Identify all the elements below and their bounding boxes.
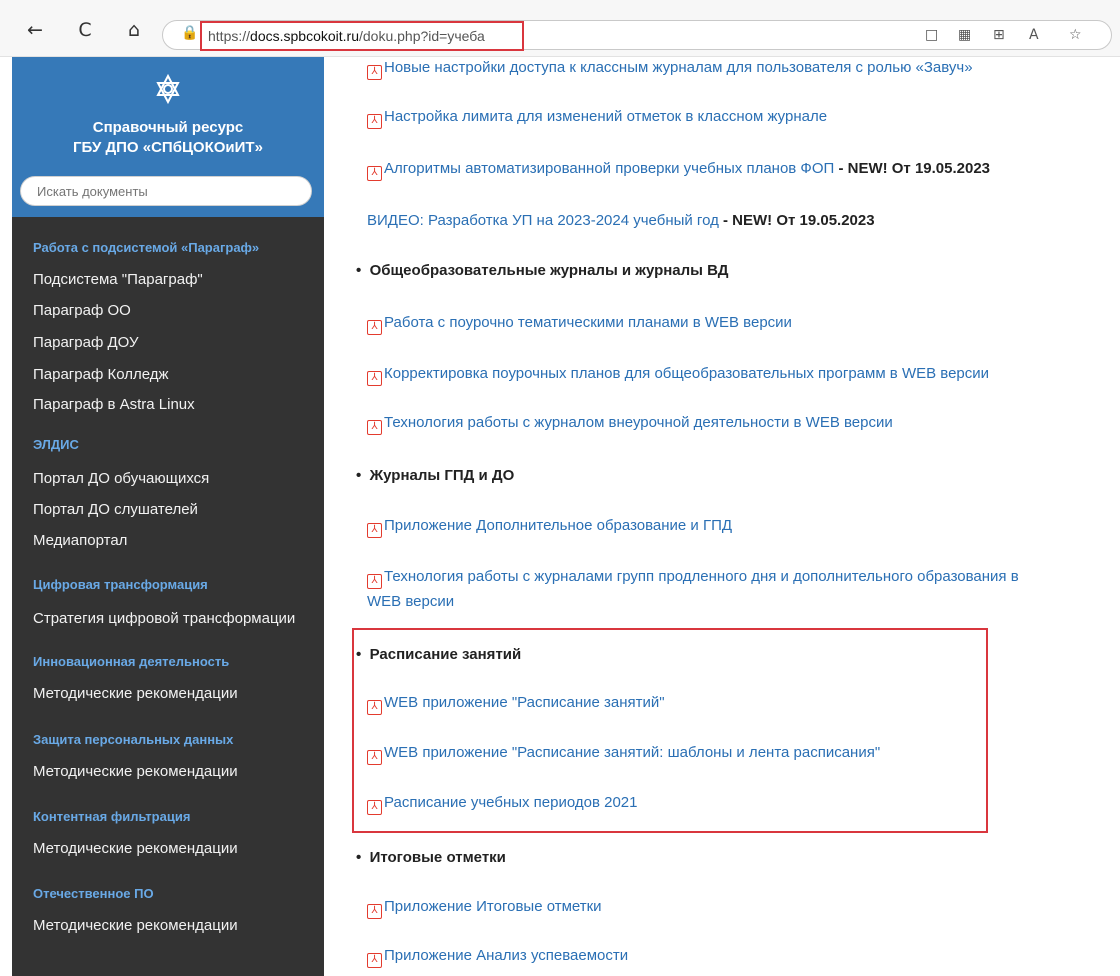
doc-link-text: Технология работы с журналом внеурочной … <box>384 414 893 431</box>
sidebar-item-content-filter-recommendations[interactable]: Методические рекомендации <box>33 840 238 857</box>
doc-link-text: Настройка лимита для изменений отметок в… <box>384 108 828 125</box>
section-title-paragraf[interactable]: Работа с подсистемой «Параграф» <box>33 240 259 255</box>
sidebar: Справочный ресурс ГБУ ДПО «СПбЦОКОиИТ» Р… <box>12 57 324 976</box>
qr-code-icon[interactable]: ▦ <box>958 27 971 43</box>
sidebar-item-digital-strategy[interactable]: Стратегия цифровой трансформации <box>33 610 295 627</box>
section-bullet-text: Итоговые отметки <box>369 849 506 866</box>
doc-link[interactable]: ⅄ Настройка лимита для изменений отметок … <box>367 108 827 129</box>
sidebar-item-mediaportal[interactable]: Медиапортал <box>33 532 127 549</box>
doc-link-text: Приложение Итоговые отметки <box>384 898 602 915</box>
url-scheme: https:// <box>208 28 251 44</box>
refresh-icon[interactable]: C <box>74 19 96 41</box>
brand-header: Справочный ресурс ГБУ ДПО «СПбЦОКОиИТ» <box>12 57 324 217</box>
browser-toolbar: ← C ⌂ 🔒 https://docs.spbcokoit.ru/doku.p… <box>0 0 1120 57</box>
doc-link-text: Технология работы с журналами групп прод… <box>384 568 1019 585</box>
pdf-icon: ⅄ <box>367 371 382 386</box>
back-icon[interactable]: ← <box>24 19 46 41</box>
pdf-icon: ⅄ <box>367 904 382 919</box>
video-link[interactable]: ВИДЕО: Разработка УП на 2023-2024 учебны… <box>367 212 875 229</box>
pdf-icon: ⅄ <box>367 953 382 968</box>
sidebar-item-paragraf-astra[interactable]: Параграф в Astra Linux <box>33 396 195 413</box>
url-highlight-box: https://docs.spbcokoit.ru/doku.php?id=уч… <box>200 21 524 51</box>
brand-title-line1: Справочный ресурс <box>92 119 244 136</box>
doc-link[interactable]: ⅄ Технология работы с журналом внеурочной… <box>367 414 893 435</box>
section-bullet: • Общеобразовательные журналы и журналы … <box>356 262 729 279</box>
brand-title-line2: ГБУ ДПО «СПбЦОКОиИТ» <box>73 139 263 156</box>
pdf-icon: ⅄ <box>367 114 382 129</box>
section-title-innovation[interactable]: Инновационная деятельность <box>33 654 229 669</box>
pdf-icon: ⅄ <box>367 574 382 589</box>
device-icon[interactable]: □ <box>925 27 938 43</box>
url-host: docs.spbcokoit.ru <box>250 28 359 44</box>
doc-link[interactable]: ⅄ Приложение Итоговые отметки <box>367 898 602 919</box>
sidebar-item-paragraf-college[interactable]: Параграф Колледж <box>33 366 169 383</box>
doc-link-text: Работа с поурочно тематическими планами … <box>384 314 792 331</box>
schedule-highlight-box <box>352 628 988 833</box>
doc-link[interactable]: ⅄ Корректировка поурочных планов для обще… <box>367 365 989 386</box>
video-link-text: ВИДЕО: Разработка УП на 2023-2024 учебны… <box>367 212 719 229</box>
sidebar-item-paragraf-dou[interactable]: Параграф ДОУ <box>33 334 139 351</box>
new-badge: - NEW! От 19.05.2023 <box>718 212 875 229</box>
doc-link[interactable]: ⅄ Работа с поурочно тематическими планами… <box>367 314 792 335</box>
lock-icon: 🔒 <box>181 25 199 41</box>
section-bullet-text: Общеобразовательные журналы и журналы ВД <box>369 262 729 279</box>
address-bar[interactable]: 🔒 https://docs.spbcokoit.ru/doku.php?id=… <box>162 20 1112 51</box>
section-bullet: • Журналы ГПД и ДО <box>356 467 515 484</box>
home-icon[interactable]: ⌂ <box>123 19 145 41</box>
sidebar-item-innovation-recommendations[interactable]: Методические рекомендации <box>33 685 238 702</box>
doc-link-text: Алгоритмы автоматизированной проверки уч… <box>384 160 835 177</box>
doc-link[interactable]: ⅄ Алгоритмы автоматизированной проверки у… <box>367 160 990 181</box>
sidebar-item-do-students[interactable]: Портал ДО обучающихся <box>33 470 209 487</box>
sidebar-item-personal-data-recommendations[interactable]: Методические рекомендации <box>33 763 238 780</box>
knot-logo-icon <box>156 73 180 105</box>
doc-link-text: Новые настройки доступа к классным журна… <box>384 59 973 76</box>
search-input[interactable] <box>20 176 312 206</box>
pdf-icon: ⅄ <box>367 523 382 538</box>
url-text[interactable]: https://docs.spbcokoit.ru/doku.php?id=уч… <box>208 28 485 44</box>
read-aloud-icon[interactable]: A <box>1029 27 1039 43</box>
sidebar-item-paragraf-oo[interactable]: Параграф ОО <box>33 302 131 319</box>
url-path: /doku.php?id=учеба <box>358 28 485 44</box>
new-badge: - NEW! От 19.05.2023 <box>834 160 991 177</box>
doc-link-continuation[interactable]: WEB версии <box>367 593 454 610</box>
doc-link[interactable]: ⅄ Приложение Дополнительное образование и… <box>367 517 732 538</box>
pdf-icon: ⅄ <box>367 320 382 335</box>
sidebar-item-do-listeners[interactable]: Портал ДО слушателей <box>33 501 198 518</box>
sidebar-item-domestic-software-recommendations[interactable]: Методические рекомендации <box>33 917 238 934</box>
doc-link-text: Корректировка поурочных планов для общео… <box>384 365 990 382</box>
section-title-personal-data[interactable]: Защита персональных данных <box>33 732 233 747</box>
pdf-icon: ⅄ <box>367 420 382 435</box>
doc-link-text: Приложение Дополнительное образование и … <box>384 517 733 534</box>
section-title-content-filter[interactable]: Контентная фильтрация <box>33 809 190 824</box>
section-title-domestic-software[interactable]: Отечественное ПО <box>33 886 154 901</box>
section-title-digital[interactable]: Цифровая трансформация <box>33 577 208 592</box>
doc-link[interactable]: ⅄ Новые настройки доступа к классным журн… <box>367 59 973 80</box>
pdf-icon: ⅄ <box>367 65 382 80</box>
doc-link[interactable]: ⅄ Технология работы с журналами групп про… <box>367 568 1019 589</box>
section-bullet: • Итоговые отметки <box>356 849 506 866</box>
sidebar-item-paragraf-subsystem[interactable]: Подсистема "Параграф" <box>33 271 203 288</box>
favorite-star-icon[interactable]: ☆ <box>1069 27 1082 43</box>
section-bullet-text: Журналы ГПД и ДО <box>369 467 515 484</box>
pdf-icon: ⅄ <box>367 166 382 181</box>
doc-link-text: Приложение Анализ успеваемости <box>384 947 629 964</box>
main-content: ⅄ Новые настройки доступа к классным журн… <box>324 57 1120 976</box>
split-screen-icon[interactable]: ⊞ <box>993 27 1005 43</box>
section-title-eldis[interactable]: ЭЛДИС <box>33 437 79 452</box>
doc-link[interactable]: ⅄ Приложение Анализ успеваемости <box>367 947 628 968</box>
doc-link-text: WEB версии <box>367 593 455 610</box>
